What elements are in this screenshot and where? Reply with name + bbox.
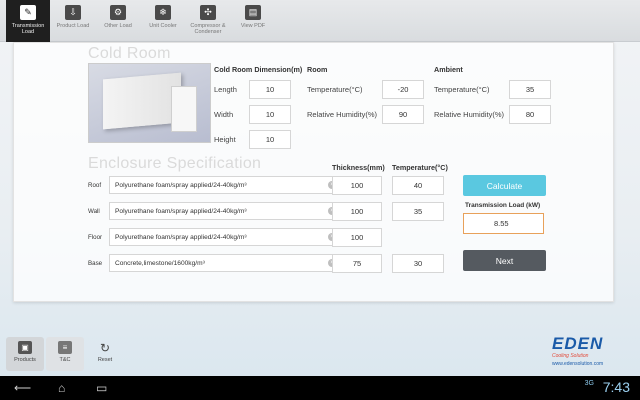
room-temp-label: Temperature(°C) xyxy=(307,85,363,94)
calculate-button[interactable]: Calculate xyxy=(463,175,546,196)
ambient-temp-input[interactable]: 35 xyxy=(509,80,551,99)
products-icon: ▣ xyxy=(18,341,32,354)
floor-label: Floor xyxy=(88,234,103,241)
wall-thickness-input[interactable]: 100 xyxy=(332,202,382,221)
roof-material-value: Polyurethane foam/spray applied/24-40kg/… xyxy=(115,181,247,189)
gear-box-icon: ⚙ xyxy=(110,5,126,20)
wall-temperature-input[interactable]: 35 xyxy=(392,202,444,221)
length-label: Length xyxy=(214,85,237,94)
base-label: Base xyxy=(88,260,103,267)
room-temp-input[interactable]: -20 xyxy=(382,80,424,99)
ambient-rh-input[interactable]: 80 xyxy=(509,105,551,124)
products-label: Products xyxy=(14,357,36,363)
tab-label: Product Load xyxy=(56,23,90,29)
tab-label: Compressor & Condenser xyxy=(190,23,226,35)
wall-material-select[interactable]: Polyurethane foam/spray applied/24-40kg/… xyxy=(109,202,342,220)
fan-grid-icon: ✣ xyxy=(200,5,216,20)
brand-logo: EDEN Cooling Solution www.edensolution.c… xyxy=(552,334,632,374)
transmission-load-label: Transmission Load (kW) xyxy=(465,202,541,209)
room-rh-label: Relative Humidity(%) xyxy=(307,110,378,119)
tab-label: Other Load xyxy=(104,23,132,29)
reset-icon: ↻ xyxy=(99,340,111,355)
tab-unit-cooler[interactable]: ❄ Unit Cooler xyxy=(141,0,185,42)
roof-temperature-input[interactable]: 40 xyxy=(392,176,444,195)
tab-label: Transmission Load xyxy=(11,23,45,35)
main-panel: Cold Room Cold Room Dimension(m) Length … xyxy=(13,42,614,302)
system-nav-bar: ⟵ ⌂ ▭ 3G 7:43 xyxy=(0,376,640,400)
temperature-header: Temperature(°C) xyxy=(392,163,448,172)
roof-thickness-input[interactable]: 100 xyxy=(332,176,382,195)
floor-material-select[interactable]: Polyurethane foam/spray applied/24-40kg/… xyxy=(109,228,342,246)
enclosure-title: Enclosure Specification xyxy=(88,155,262,172)
tab-product-load[interactable]: ⇩ Product Load xyxy=(51,0,95,42)
length-input[interactable]: 10 xyxy=(249,80,291,99)
snowflake-icon: ❄ xyxy=(155,5,171,20)
ambient-temp-label: Temperature(°C) xyxy=(434,85,490,94)
ambient-header: Ambient xyxy=(434,65,463,74)
clock: 7:43 xyxy=(602,379,630,395)
tab-compressor-condenser[interactable]: ✣ Compressor & Condenser xyxy=(186,0,230,42)
cold-room-title: Cold Room xyxy=(88,45,171,62)
brand-name: EDEN xyxy=(552,334,604,353)
height-label: Height xyxy=(214,135,236,144)
thickness-header: Thickness(mm) xyxy=(332,163,385,172)
base-material-select[interactable]: Concrete,limestone/1600kg/m³ × xyxy=(109,254,342,272)
products-button[interactable]: ▣ Products xyxy=(6,337,44,371)
back-icon[interactable]: ⟵ xyxy=(14,381,31,395)
width-label: Width xyxy=(214,110,234,119)
signal-indicator: 3G xyxy=(584,380,594,387)
tab-other-load[interactable]: ⚙ Other Load xyxy=(96,0,140,42)
tab-transmission-load[interactable]: ✎ Transmission Load xyxy=(6,0,50,42)
recent-apps-icon[interactable]: ▭ xyxy=(96,381,107,395)
height-input[interactable]: 10 xyxy=(249,130,291,149)
base-temperature-input[interactable]: 30 xyxy=(392,254,444,273)
roof-label: Roof xyxy=(88,182,102,189)
document-icon: ≡ xyxy=(58,341,72,354)
tab-view-pdf[interactable]: ▤ View PDF xyxy=(231,0,275,42)
wall-label: Wall xyxy=(88,208,100,215)
base-thickness-input[interactable]: 75 xyxy=(332,254,382,273)
reset-button[interactable]: ↻ Reset xyxy=(86,337,124,371)
app-window: ✎ Transmission Load ⇩ Product Load ⚙ Oth… xyxy=(0,0,640,376)
roof-material-select[interactable]: Polyurethane foam/spray applied/24-40kg/… xyxy=(109,176,342,194)
bottom-toolbar: ▣ Products ≡ T&C ↻ Reset xyxy=(0,334,640,376)
terms-label: T&C xyxy=(59,357,71,363)
download-box-icon: ⇩ xyxy=(65,5,81,20)
floor-material-value: Polyurethane foam/spray applied/24-40kg/… xyxy=(115,233,247,241)
width-input[interactable]: 10 xyxy=(249,105,291,124)
tab-label: View PDF xyxy=(240,23,266,29)
room-header: Room xyxy=(307,65,328,74)
top-tab-bar: ✎ Transmission Load ⇩ Product Load ⚙ Oth… xyxy=(0,0,640,42)
floor-thickness-input[interactable]: 100 xyxy=(332,228,382,247)
next-button[interactable]: Next xyxy=(463,250,546,271)
printer-icon: ▤ xyxy=(245,5,261,20)
tab-label: Unit Cooler xyxy=(149,23,177,29)
terms-button[interactable]: ≡ T&C xyxy=(46,337,84,371)
base-material-value: Concrete,limestone/1600kg/m³ xyxy=(115,259,205,267)
transmission-load-output[interactable]: 8.55 xyxy=(463,213,544,234)
dimension-header: Cold Room Dimension(m) xyxy=(214,65,303,74)
home-icon[interactable]: ⌂ xyxy=(58,381,65,395)
room-rh-input[interactable]: 90 xyxy=(382,105,424,124)
transmission-icon: ✎ xyxy=(20,5,36,20)
cold-room-image xyxy=(88,63,211,143)
reset-label: Reset xyxy=(97,357,113,363)
brand-url: www.edensolution.com xyxy=(552,361,604,367)
wall-material-value: Polyurethane foam/spray applied/24-40kg/… xyxy=(115,207,247,215)
ambient-rh-label: Relative Humidity(%) xyxy=(434,110,505,119)
